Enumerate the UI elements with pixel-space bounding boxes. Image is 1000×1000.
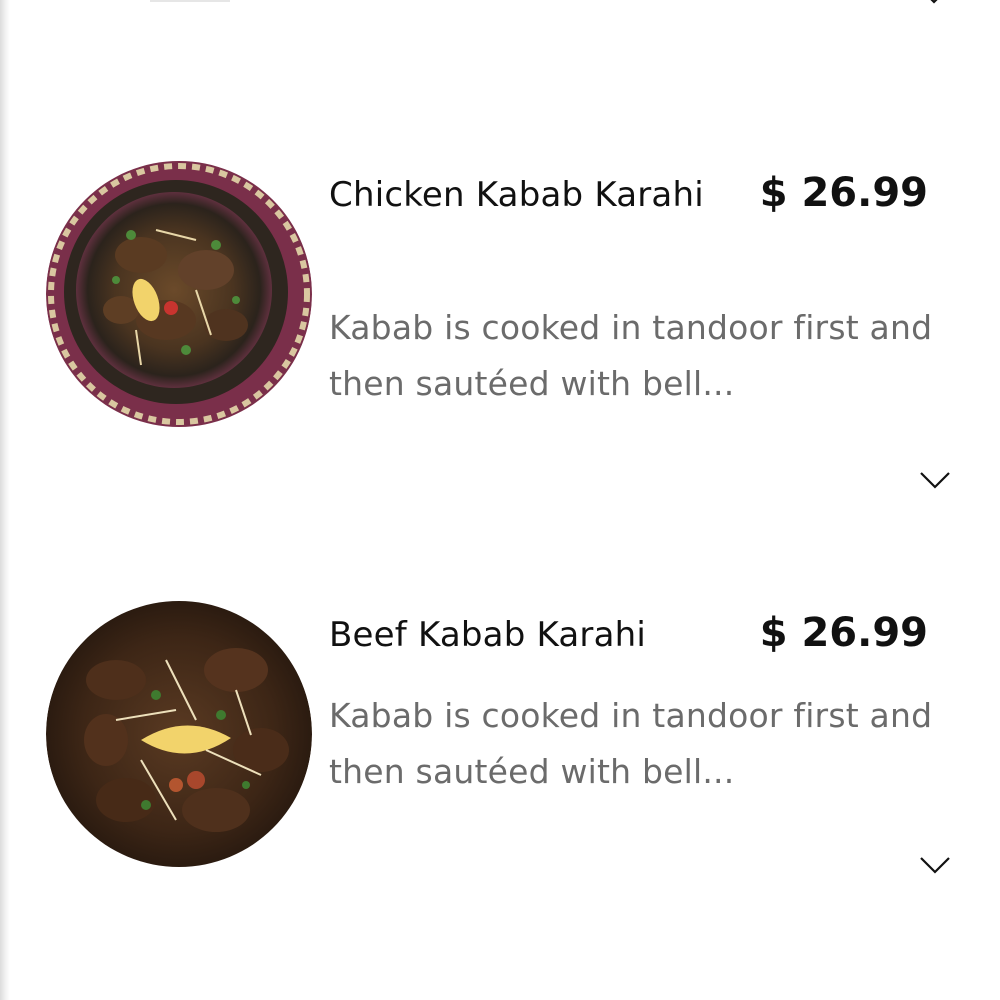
menu-item-beef-kabab-karahi[interactable]: Beef Kabab Karahi $ 26.99 Kabab is cooke… [0,600,1000,900]
item-description: Kabab is cooked in tandoor first and the… [329,308,933,403]
dish-photo-beef-kabab-karahi[interactable] [46,600,312,868]
item-description: Kabab is cooked in tandoor first and the… [329,696,933,791]
previous-item-divider [150,0,230,2]
item-price: $ 26.99 [759,170,928,216]
chevron-down-icon[interactable] [920,0,948,10]
item-title: Beef Kabab Karahi [329,615,647,655]
item-title: Chicken Kabab Karahi [329,175,704,215]
menu-page: Chicken Kabab Karahi $ 26.99 Kabab is co… [0,0,1000,1000]
menu-item-chicken-kabab-karahi[interactable]: Chicken Kabab Karahi $ 26.99 Kabab is co… [0,160,1000,489]
chevron-down-icon[interactable] [918,853,952,877]
chicken-kabab-karahi-photo-icon [46,161,312,427]
dish-photo-chicken-kabab-karahi[interactable] [46,160,312,428]
chevron-down-icon[interactable] [918,468,952,492]
beef-kabab-karahi-photo-icon [46,601,312,867]
item-price: $ 26.99 [759,610,928,656]
